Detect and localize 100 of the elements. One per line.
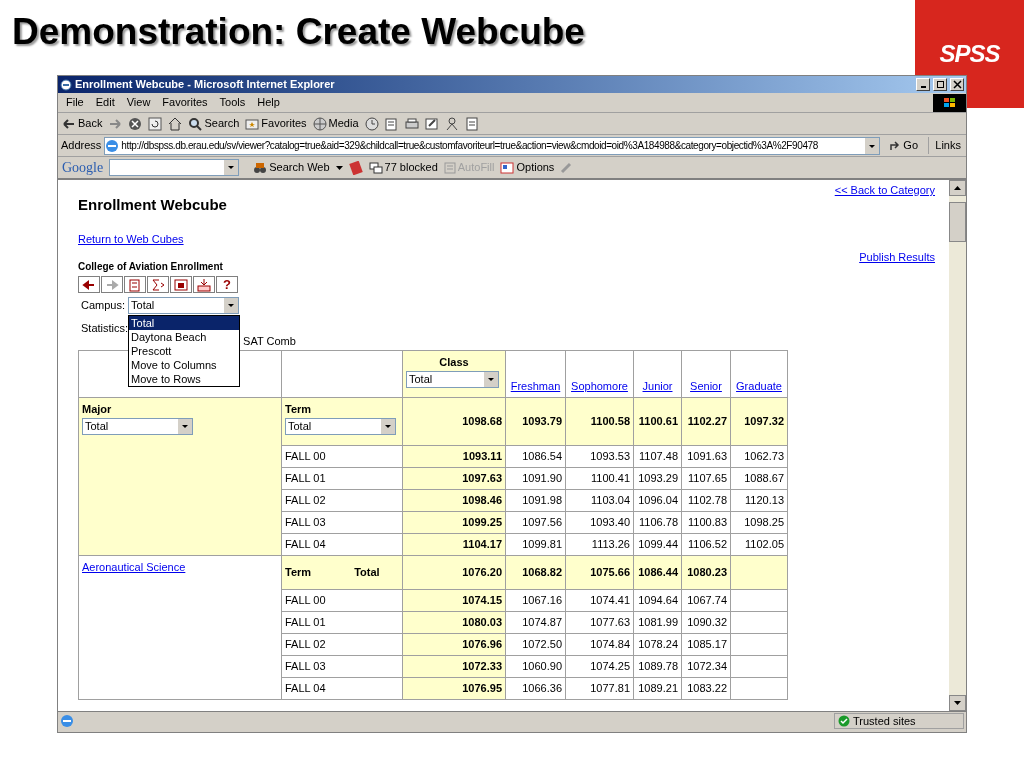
media-button[interactable]: Media bbox=[311, 113, 360, 134]
zone-label: Trusted sites bbox=[853, 713, 916, 729]
dropdown-select[interactable]: Total bbox=[82, 417, 193, 435]
menu-item[interactable]: Help bbox=[251, 94, 286, 111]
back-arrow-icon bbox=[81, 277, 97, 292]
links-button[interactable]: Links bbox=[928, 137, 963, 154]
table-cell: Term Total bbox=[281, 555, 403, 590]
table-cell: 1097.32 bbox=[730, 397, 788, 446]
column-header: Class bbox=[438, 355, 470, 370]
layout-tool-button[interactable] bbox=[170, 276, 192, 293]
forward-arrow-icon bbox=[108, 116, 123, 131]
column-link[interactable]: Sophomore bbox=[571, 379, 628, 392]
column-link[interactable]: Graduate bbox=[736, 379, 782, 392]
windows-logo bbox=[933, 93, 966, 112]
column-link[interactable]: Junior bbox=[642, 379, 673, 392]
go-button[interactable]: Go bbox=[889, 137, 919, 154]
table-cell: 1100.58 bbox=[565, 397, 634, 446]
google-search-field[interactable] bbox=[109, 159, 240, 176]
table-cell: 1098.68 bbox=[402, 397, 506, 446]
help-tool-button[interactable]: ? bbox=[216, 276, 238, 293]
menu-item[interactable]: View bbox=[120, 94, 157, 111]
binoculars-icon bbox=[253, 161, 268, 174]
swap-tool-button[interactable] bbox=[124, 276, 146, 293]
search-web-button[interactable]: Search Web bbox=[253, 159, 330, 176]
forward-arrow-icon bbox=[104, 277, 120, 292]
menu-item[interactable]: Tools bbox=[213, 94, 252, 111]
report-title: College of Aviation Enrollment bbox=[78, 260, 223, 274]
statistics-value: SAT Comb bbox=[243, 334, 296, 349]
clock-icon bbox=[364, 116, 379, 131]
back-button[interactable]: Back bbox=[61, 113, 104, 134]
form-icon bbox=[443, 161, 456, 174]
return-link[interactable]: Return to Web Cubes bbox=[78, 230, 184, 247]
row-header: Term bbox=[285, 402, 313, 417]
back-to-category-link[interactable]: << Back to Category bbox=[834, 182, 935, 199]
minimize-button[interactable] bbox=[916, 78, 930, 91]
document-icon bbox=[464, 116, 479, 131]
stop-icon bbox=[128, 116, 143, 131]
home-icon bbox=[168, 116, 183, 131]
export-tool-button[interactable] bbox=[193, 276, 215, 293]
column-link[interactable]: Freshman bbox=[510, 379, 561, 392]
caret-icon[interactable] bbox=[335, 165, 343, 170]
scroll-thumb[interactable] bbox=[949, 202, 966, 242]
google-logo[interactable]: Google bbox=[62, 157, 104, 178]
select-value: Total bbox=[287, 418, 313, 434]
table-cell: 1102.27 bbox=[681, 397, 731, 446]
scroll-down-icon[interactable] bbox=[949, 695, 966, 711]
go-arrow-icon bbox=[889, 139, 902, 152]
sigma-icon bbox=[150, 277, 166, 292]
select-value: Total bbox=[408, 371, 434, 387]
slide-title: Demonstration: Create Webcube bbox=[12, 10, 585, 54]
search-icon bbox=[188, 116, 203, 131]
address-field[interactable]: http://dbspss.db.erau.edu/sv/viewer?catalog=true&aid=329&childcall=true&customfavoriteurl=true&action=view&cmdoid=oid%3A184988&category=objectid%3A%2F90478 bbox=[104, 136, 881, 155]
publish-results-link[interactable]: Publish Results bbox=[859, 248, 935, 265]
favorites-button[interactable]: Favorites bbox=[244, 113, 308, 134]
forward-tool-button[interactable] bbox=[101, 276, 123, 293]
table-layout-icon bbox=[173, 277, 189, 292]
close-button[interactable] bbox=[950, 78, 964, 91]
row-header: Major bbox=[82, 402, 113, 417]
table-cell: 1076.20 bbox=[402, 555, 506, 590]
table-cell: 1080.23 bbox=[681, 555, 731, 590]
select-value: Total bbox=[130, 298, 156, 314]
export-icon bbox=[196, 277, 212, 292]
menu-item[interactable]: Edit bbox=[89, 94, 121, 111]
page-heading: Enrollment Webcube bbox=[78, 195, 227, 215]
address-label: Address bbox=[61, 138, 102, 154]
browser-icon bbox=[60, 78, 72, 91]
refresh-icon bbox=[148, 116, 163, 131]
window-title: Enrollment Webcube - Microsoft Internet Explorer bbox=[75, 77, 336, 93]
options-icon bbox=[500, 161, 515, 174]
dropdown-select[interactable]: Total bbox=[406, 370, 499, 388]
check-icon bbox=[838, 715, 850, 727]
dropdown-select[interactable]: Total bbox=[285, 417, 396, 435]
table-cell: 1068.82 bbox=[505, 555, 566, 590]
major-link[interactable]: Aeronautical Science bbox=[82, 561, 186, 573]
table-cell: 1093.79 bbox=[505, 397, 566, 446]
dropdown-option[interactable]: Total bbox=[129, 316, 240, 330]
column-link[interactable]: Senior bbox=[690, 379, 722, 392]
campus-label: Campus: bbox=[80, 298, 126, 314]
statistics-label: Statistics: bbox=[80, 321, 129, 336]
scroll-up-icon[interactable] bbox=[949, 180, 966, 196]
menu-item[interactable]: Favorites bbox=[156, 94, 214, 111]
scrollbar[interactable] bbox=[949, 180, 966, 711]
url-text: http://dbspss.db.erau.edu/sv/viewer?catalog=true&aid=329&childcall=true&customfavoriteurl=true&action=view&cmdoid=oid%3A184988&category=objectid%3A%2F90478 bbox=[121, 139, 819, 153]
maximize-button[interactable] bbox=[933, 78, 947, 91]
back-tool-button[interactable] bbox=[78, 276, 100, 293]
back-arrow-icon bbox=[62, 116, 76, 131]
search-button[interactable]: Search bbox=[187, 113, 241, 134]
person-icon bbox=[444, 116, 459, 131]
options-button[interactable]: Options bbox=[500, 159, 555, 176]
printer-icon bbox=[404, 116, 419, 131]
edit-icon bbox=[424, 116, 439, 131]
globe-icon bbox=[312, 116, 327, 131]
table-cell: 1086.44 bbox=[633, 555, 682, 590]
popup-blocker-button[interactable]: 77 blocked bbox=[368, 159, 438, 176]
sum-tool-button[interactable] bbox=[147, 276, 169, 293]
table-cell: 1100.61 bbox=[633, 397, 682, 446]
menu-item[interactable]: File bbox=[60, 94, 90, 111]
table-cell: 1075.66 bbox=[565, 555, 634, 590]
table-cell bbox=[730, 555, 788, 590]
close-icon bbox=[952, 80, 962, 89]
